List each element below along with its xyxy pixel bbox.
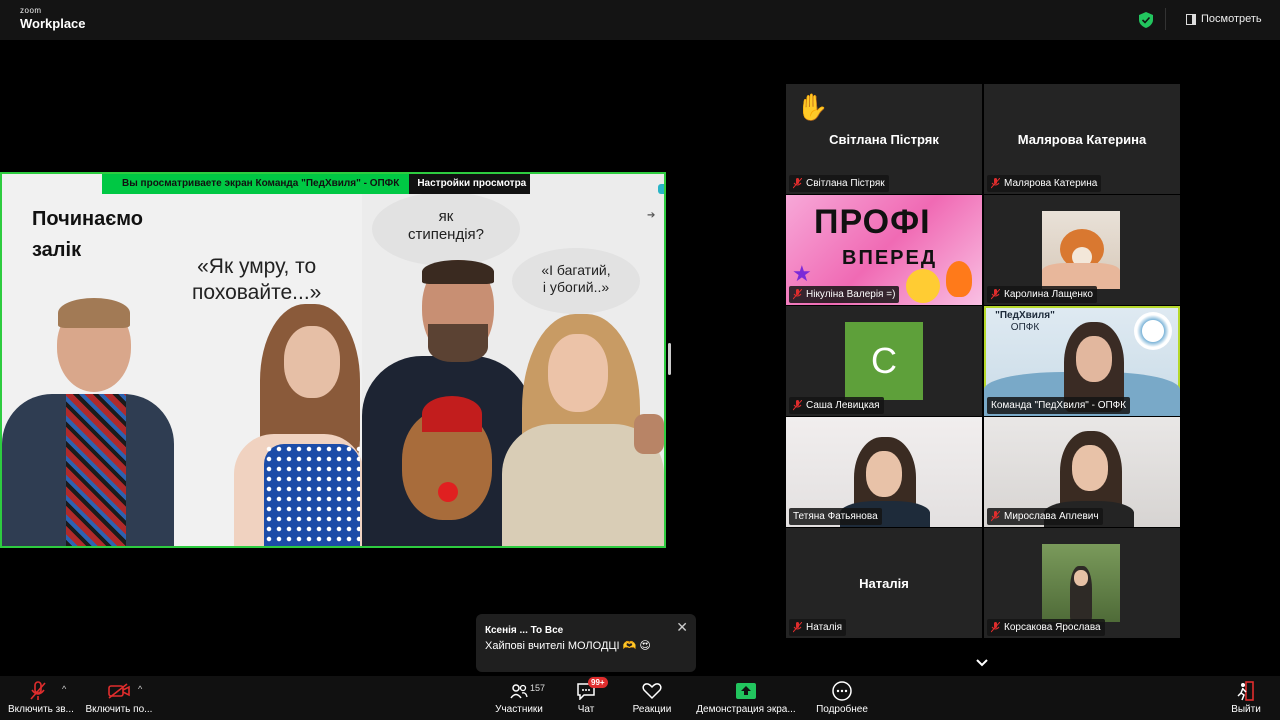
leave-button[interactable]: Выйти [1228,680,1264,715]
muted-mic-icon [793,400,802,411]
participant-gallery: ✋ Світлана Пістряк Світлана Пістряк Маля… [786,84,1180,638]
view-layout-icon [1186,13,1196,25]
chat-sender: Ксенія ... To Все [485,625,564,636]
participant-tile[interactable]: C Саша Левицкая [786,306,982,416]
participant-tile[interactable]: Корсакова Ярослава [984,528,1180,638]
shared-screen[interactable]: Вы просматриваете экран Команда "ПедХвил… [0,172,666,548]
virtual-bg-text: "ПедХвиля" ОПФК [995,310,1055,333]
video-options-caret[interactable]: ^ [138,684,142,694]
chevron-down-icon[interactable] [975,656,989,670]
participant-tile[interactable]: Тетяна Фатьянова [786,417,982,527]
participant-label: Команда "ПедХвиля" - ОПФК [987,397,1131,414]
security-shield-icon[interactable] [1139,12,1153,28]
participant-tile[interactable]: Наталія Наталія [786,528,982,638]
slide-quote: «Як умру, то поховайте...» [192,255,322,304]
participant-label: Каролина Лащенко [987,286,1097,303]
top-divider [1165,8,1166,30]
audio-options-caret[interactable]: ^ [62,684,66,694]
reactions-button[interactable]: Реакции [628,680,676,715]
chat-notification[interactable]: Ксенія ... To Все Хайпові вчителі МОЛОДЦ… [476,614,696,672]
meeting-toolbar: Включить зв... ^ Включить по... ^ Участн… [0,676,1280,720]
participant-tile[interactable]: Мирослава Аплевич [984,417,1180,527]
participant-label: Малярова Катерина [987,175,1102,192]
video-button[interactable]: Включить по... [84,680,154,715]
slide-photo-man-vyshyvanka [2,294,174,546]
star-icon: ★ [792,261,812,286]
share-screen-icon [736,683,756,699]
logo-large-text: Workplace [20,16,86,31]
muted-mic-icon [793,289,802,300]
muted-mic-icon [30,681,46,700]
close-icon[interactable]: ✕ [676,619,688,636]
emoji-sticker [906,269,940,303]
participant-label: Корсакова Ярослава [987,619,1105,636]
participants-count: 157 [530,683,546,693]
more-icon [832,681,852,701]
share-edge-marker [658,184,664,194]
split-view-handle[interactable] [668,343,671,375]
view-button-label: Посмотреть [1201,13,1262,25]
heart-icon [642,683,662,700]
participant-tile[interactable]: ПРОФІ ВПЕРЕД ★ Нікуліна Валерія =) [786,195,982,305]
slide-title: Починаємо залік [32,208,143,261]
avatar: C [845,322,923,400]
profile-picture [1042,544,1120,622]
participant-label: Нікуліна Валерія =) [789,286,900,303]
participant-tile[interactable]: Малярова Катерина Малярова Катерина [984,84,1180,194]
view-settings-button[interactable]: Настройки просмотра [409,174,531,194]
share-banner-text: Вы просматриваете экран Команда "ПедХвил… [102,174,410,194]
logo-small-text: zoom [20,6,42,15]
participant-label: Тетяна Фатьянова [789,508,882,525]
participant-name: Світлана Пістряк [829,132,939,147]
video-text: ПРОФІ [814,203,931,241]
participant-label: Світлана Пістряк [789,175,889,192]
participant-name: Малярова Катерина [1017,132,1147,147]
muted-mic-icon [793,622,802,633]
share-banner: Вы просматриваете экран Команда "ПедХвил… [102,174,531,194]
video-text: ВПЕРЕД [842,247,938,269]
raised-hand-icon: ✋ [796,92,829,122]
leave-icon [1237,681,1254,701]
app-logo: zoom Workplace [20,6,86,31]
slide-photo-girl [234,304,364,546]
participant-tile[interactable]: ✋ Світлана Пістряк Світлана Пістряк [786,84,982,194]
chat-message: Хайпові вчителі МОЛОДЦІ 🫶 😍 [485,640,651,652]
share-screen-button[interactable]: Демонстрация экра... [694,680,798,715]
chat-unread-badge: 99+ [588,677,608,688]
slide-photo-blonde-girl [502,314,664,546]
participant-label: Наталія [789,619,847,636]
participant-tile-active-speaker[interactable]: "ПедХвиля" ОПФК Команда "ПедХвиля" - ОПФ… [984,306,1180,416]
view-button[interactable]: Посмотреть [1186,13,1262,25]
participant-label: Мирослава Аплевич [987,508,1103,525]
speech-bubble-stipend: як стипендія? [372,192,520,266]
muted-mic-icon [991,289,1000,300]
muted-mic-icon [991,178,1000,189]
logo-emblem [1134,312,1172,350]
video-off-icon [108,683,130,699]
audio-button[interactable]: Включить зв... [8,680,74,715]
slide-arrow-icon: ➔ [647,210,656,221]
top-bar: zoom Workplace Посмотреть [0,0,1280,40]
profile-picture-fox [1042,211,1120,289]
participant-label: Саша Левицкая [789,397,884,414]
participant-name: Наталія [859,576,909,591]
muted-mic-icon [991,511,1000,522]
fire-sticker [946,261,972,297]
muted-mic-icon [991,622,1000,633]
participants-icon [510,684,528,699]
more-button[interactable]: Подробнее [814,680,870,715]
participant-tile[interactable]: Каролина Лащенко [984,195,1180,305]
muted-mic-icon [793,178,802,189]
